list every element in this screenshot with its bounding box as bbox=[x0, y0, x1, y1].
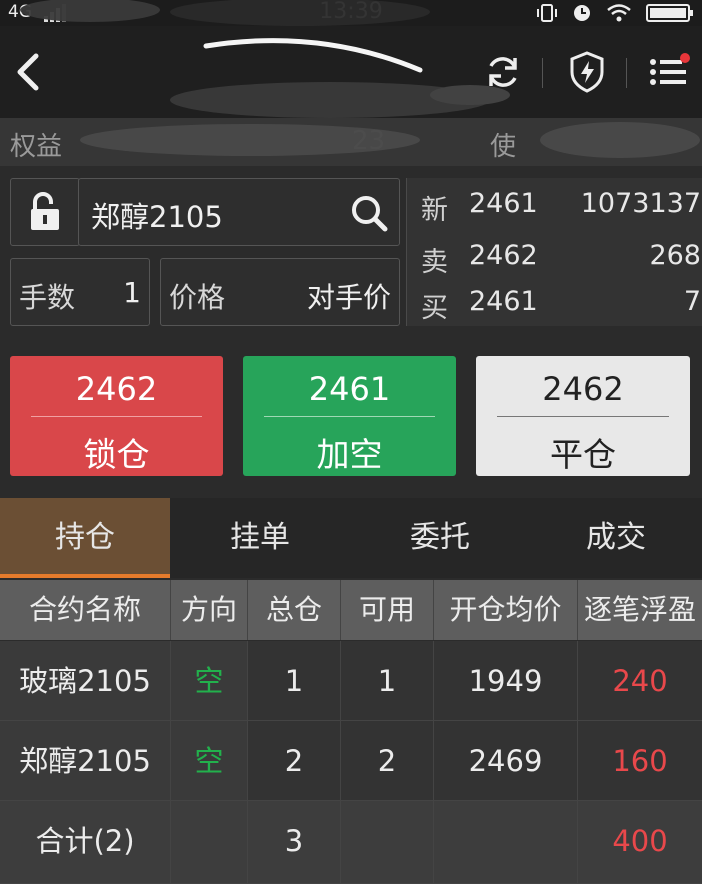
col-contract[interactable]: 合约名称 bbox=[0, 580, 171, 640]
shield-lightning-icon bbox=[570, 51, 604, 93]
summary-total: 3 bbox=[248, 801, 341, 884]
vibrate-icon bbox=[537, 4, 557, 22]
tab-pending[interactable]: 挂单 bbox=[170, 498, 350, 578]
quote-panel: 新 2461 1073137 卖 2462 268 买 2461 7 bbox=[406, 178, 702, 326]
menu-list-icon bbox=[650, 53, 690, 85]
status-bar: 4G 13:39 bbox=[0, 0, 702, 26]
tab-orders[interactable]: 委托 bbox=[350, 498, 530, 578]
col-total[interactable]: 总仓 bbox=[248, 580, 341, 640]
add-short-price: 2461 bbox=[308, 370, 391, 408]
available-label: 使 bbox=[490, 132, 517, 162]
lock-position-button[interactable]: 2462 锁仓 bbox=[10, 356, 223, 476]
col-available[interactable]: 可用 bbox=[341, 580, 434, 640]
close-label: 平仓 bbox=[550, 435, 616, 474]
tab-positions[interactable]: 持仓 bbox=[0, 498, 170, 578]
equity-label: 权益 bbox=[10, 132, 63, 162]
refresh-button[interactable] bbox=[478, 46, 528, 98]
alarm-icon bbox=[574, 5, 590, 21]
lock-label: 锁仓 bbox=[83, 435, 150, 474]
account-summary-row: 权益 23 使 bbox=[0, 118, 702, 166]
menu-button[interactable] bbox=[644, 46, 694, 98]
summary-pnl: 400 bbox=[578, 801, 702, 884]
price-value: 对手价 bbox=[306, 281, 391, 314]
quantity-label: 手数 bbox=[19, 281, 76, 314]
lock-price: 2462 bbox=[75, 370, 158, 408]
lock-toggle-button[interactable] bbox=[10, 178, 80, 246]
positions-table-header: 合约名称 方向 总仓 可用 开仓均价 逐笔浮盈 bbox=[0, 580, 702, 640]
table-summary-row: 合计(2) 3 400 bbox=[0, 801, 702, 884]
tab-bar: 持仓 挂单 委托 成交 bbox=[0, 498, 702, 578]
unlock-icon bbox=[31, 192, 59, 230]
price-field[interactable]: 价格 对手价 bbox=[160, 258, 400, 326]
search-icon[interactable] bbox=[349, 193, 389, 233]
summary-label: 合计(2) bbox=[0, 801, 171, 884]
col-direction[interactable]: 方向 bbox=[171, 580, 248, 640]
back-arrow-icon[interactable] bbox=[8, 46, 48, 98]
tab-trades[interactable]: 成交 bbox=[530, 498, 702, 578]
contract-name: 郑醇2105 bbox=[91, 200, 223, 234]
col-pnl[interactable]: 逐笔浮盈 bbox=[578, 580, 702, 640]
equity-value: 23 bbox=[352, 126, 386, 156]
close-position-button[interactable]: 2462 平仓 bbox=[476, 356, 690, 476]
nav-bar bbox=[0, 26, 702, 118]
shield-button[interactable] bbox=[562, 46, 612, 98]
price-label: 价格 bbox=[169, 281, 226, 314]
battery-icon bbox=[646, 4, 693, 22]
contract-selector[interactable]: 郑醇2105 bbox=[78, 178, 400, 246]
wifi-icon bbox=[607, 4, 631, 22]
quote-row-last: 新 2461 1073137 bbox=[421, 188, 701, 226]
quantity-field[interactable]: 手数 1 bbox=[10, 258, 150, 326]
quote-row-ask: 卖 2462 268 bbox=[421, 240, 701, 278]
refresh-icon bbox=[489, 57, 517, 87]
close-price: 2462 bbox=[542, 370, 624, 408]
table-row[interactable]: 玻璃2105 空 1 1 1949 240 bbox=[0, 641, 702, 721]
table-row[interactable]: 郑醇2105 空 2 2 2469 160 bbox=[0, 721, 702, 801]
quote-row-bid: 买 2461 7 bbox=[421, 286, 701, 324]
col-avg-price[interactable]: 开仓均价 bbox=[434, 580, 578, 640]
add-short-label: 加空 bbox=[316, 435, 383, 474]
quantity-value: 1 bbox=[123, 276, 141, 309]
add-short-button[interactable]: 2461 加空 bbox=[243, 356, 456, 476]
